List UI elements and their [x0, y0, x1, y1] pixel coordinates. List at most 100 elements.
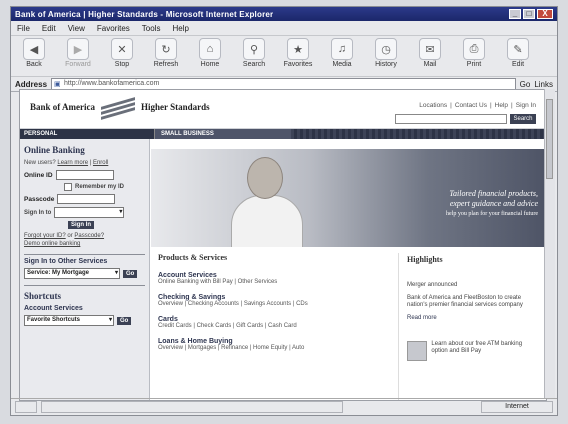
- window-title: Bank of America | Higher Standards - Mic…: [15, 9, 274, 19]
- promo[interactable]: Learn about our free ATM banking option …: [407, 341, 532, 361]
- demo-link[interactable]: Demo online banking: [24, 241, 80, 247]
- tab-small-business[interactable]: SMALL BUSINESS: [155, 129, 291, 139]
- history-button[interactable]: ◷ History: [367, 38, 405, 68]
- product-heading[interactable]: Loans & Home Buying: [158, 338, 384, 345]
- links-button[interactable]: Links: [534, 80, 553, 89]
- stop-button[interactable]: ✕ Stop: [103, 38, 141, 68]
- stop-icon: ✕: [111, 38, 133, 60]
- media-button[interactable]: ♫ Media: [323, 38, 361, 68]
- passcode-input[interactable]: [57, 194, 116, 204]
- passcode-link[interactable]: Passcode?: [74, 233, 104, 239]
- new-users-text: New users?: [24, 160, 56, 166]
- logo-name: Bank of America: [30, 102, 95, 112]
- close-button[interactable]: X: [537, 9, 553, 19]
- nav-filler: [291, 129, 546, 139]
- favorites-icon: ★: [287, 38, 309, 60]
- other-services-select[interactable]: Service: My Mortgage: [24, 268, 120, 279]
- address-url: http://www.bankofamerica.com: [64, 80, 160, 87]
- forward-button[interactable]: ▶ Forward: [59, 38, 97, 68]
- maximize-button[interactable]: □: [523, 9, 535, 19]
- print-button[interactable]: ⎙ Print: [455, 38, 493, 68]
- menu-edit[interactable]: Edit: [42, 24, 56, 33]
- hero-line-1: Tailored financial products,: [449, 189, 538, 198]
- products-section: Products & Services Account Services Onl…: [158, 253, 384, 400]
- scroll-thumb[interactable]: [546, 99, 553, 179]
- menu-tools[interactable]: Tools: [142, 24, 161, 33]
- search-label: Search: [242, 61, 266, 68]
- product-sublinks[interactable]: Online Banking with Bill Pay | Other Ser…: [158, 279, 384, 285]
- online-id-input[interactable]: [55, 170, 114, 180]
- menu-file[interactable]: File: [17, 24, 30, 33]
- back-button[interactable]: ◀ Back: [15, 38, 53, 68]
- flag-icon: [101, 97, 135, 120]
- favorites-button[interactable]: ★ Favorites: [279, 38, 317, 68]
- mail-button[interactable]: ✉ Mail: [411, 38, 449, 68]
- edit-icon: ✎: [507, 38, 529, 60]
- sign-in-to-select[interactable]: [54, 207, 125, 218]
- history-label: History: [375, 61, 397, 68]
- link-signin[interactable]: Sign In: [516, 102, 536, 109]
- product-heading[interactable]: Account Services: [158, 272, 384, 279]
- product-sublinks[interactable]: Overview | Mortgages | Refinance | Home …: [158, 345, 384, 351]
- remember-checkbox[interactable]: [64, 183, 72, 191]
- toolbar: ◀ Back ▶ Forward ✕ Stop ↻ Refresh ⌂ Home ⚲ Sea…: [11, 36, 557, 77]
- product-item: Cards Credit Cards | Check Cards | Gift …: [158, 316, 384, 329]
- passcode-label: Passcode: [24, 195, 55, 203]
- learn-more-link[interactable]: Learn more: [57, 160, 88, 166]
- menu-help[interactable]: Help: [172, 24, 188, 33]
- go-button[interactable]: Go: [520, 80, 531, 89]
- link-locations[interactable]: Locations: [419, 102, 447, 109]
- status-bar: Internet: [11, 398, 557, 415]
- product-heading[interactable]: Cards: [158, 316, 384, 323]
- left-panel: Online Banking New users? Learn more | E…: [20, 139, 150, 400]
- mail-label: Mail: [423, 61, 437, 68]
- refresh-button[interactable]: ↻ Refresh: [147, 38, 185, 68]
- forgot-id-link[interactable]: Forgot your ID?: [24, 233, 66, 239]
- online-id-label: Online ID: [24, 171, 53, 179]
- other-services: Sign In to Other Services Service: My Mo…: [24, 254, 145, 279]
- back-icon: ◀: [23, 38, 45, 60]
- address-label: Address: [15, 79, 48, 89]
- shortcuts-title: Shortcuts: [24, 291, 62, 301]
- tab-personal[interactable]: PERSONAL: [20, 129, 155, 139]
- other-services-title: Sign In to Other Services: [24, 258, 108, 265]
- product-item: Loans & Home Buying Overview | Mortgages…: [158, 338, 384, 351]
- read-more-link[interactable]: Read more: [407, 315, 532, 321]
- site-search: Search: [395, 114, 536, 124]
- minimize-button[interactable]: _: [509, 9, 521, 19]
- browser-window: Bank of America | Higher Standards - Mic…: [10, 6, 558, 416]
- product-sublinks[interactable]: Credit Cards | Check Cards | Gift Cards …: [158, 323, 384, 329]
- menu-bar: File Edit View Favorites Tools Help: [11, 21, 557, 36]
- product-heading[interactable]: Checking & Savings: [158, 294, 384, 301]
- menu-favorites[interactable]: Favorites: [97, 24, 130, 33]
- stop-label: Stop: [114, 61, 130, 68]
- home-button[interactable]: ⌂ Home: [191, 38, 229, 68]
- products-title: Products & Services: [158, 253, 228, 262]
- print-icon: ⎙: [463, 38, 485, 60]
- enroll-link[interactable]: Enroll: [93, 160, 108, 166]
- merger-title[interactable]: Merger announced: [407, 282, 532, 289]
- hero-banner: Tailored financial products, expert guid…: [151, 149, 546, 247]
- product-sublinks[interactable]: Overview | Checking Accounts | Savings A…: [158, 301, 384, 307]
- site-search-input[interactable]: [395, 114, 507, 124]
- search-icon: ⚲: [243, 38, 265, 60]
- web-page: Bank of America Higher Standards Locatio…: [19, 89, 547, 401]
- search-button[interactable]: ⚲ Search: [235, 38, 273, 68]
- remember-label: Remember my ID: [75, 184, 125, 190]
- shortcuts-select[interactable]: Favorite Shortcuts: [24, 315, 114, 326]
- site-search-button[interactable]: Search: [510, 114, 536, 124]
- edit-button[interactable]: ✎ Edit: [499, 38, 537, 68]
- menu-view[interactable]: View: [68, 24, 85, 33]
- hero-line-2: expert guidance and advice: [449, 199, 538, 208]
- bank-logo[interactable]: Bank of America Higher Standards: [30, 97, 210, 120]
- link-help[interactable]: Help: [495, 102, 508, 109]
- sign-in-button[interactable]: Sign In: [68, 221, 94, 229]
- product-item: Account Services Online Banking with Bil…: [158, 272, 384, 285]
- title-bar: Bank of America | Higher Standards - Mic…: [11, 7, 557, 21]
- forward-icon: ▶: [67, 38, 89, 60]
- other-services-go[interactable]: Go: [123, 269, 138, 278]
- zone-indicator: Internet: [481, 401, 553, 413]
- shortcuts-go[interactable]: Go: [117, 316, 132, 325]
- link-contact[interactable]: Contact Us: [455, 102, 487, 109]
- page-scrollbar[interactable]: [544, 89, 555, 399]
